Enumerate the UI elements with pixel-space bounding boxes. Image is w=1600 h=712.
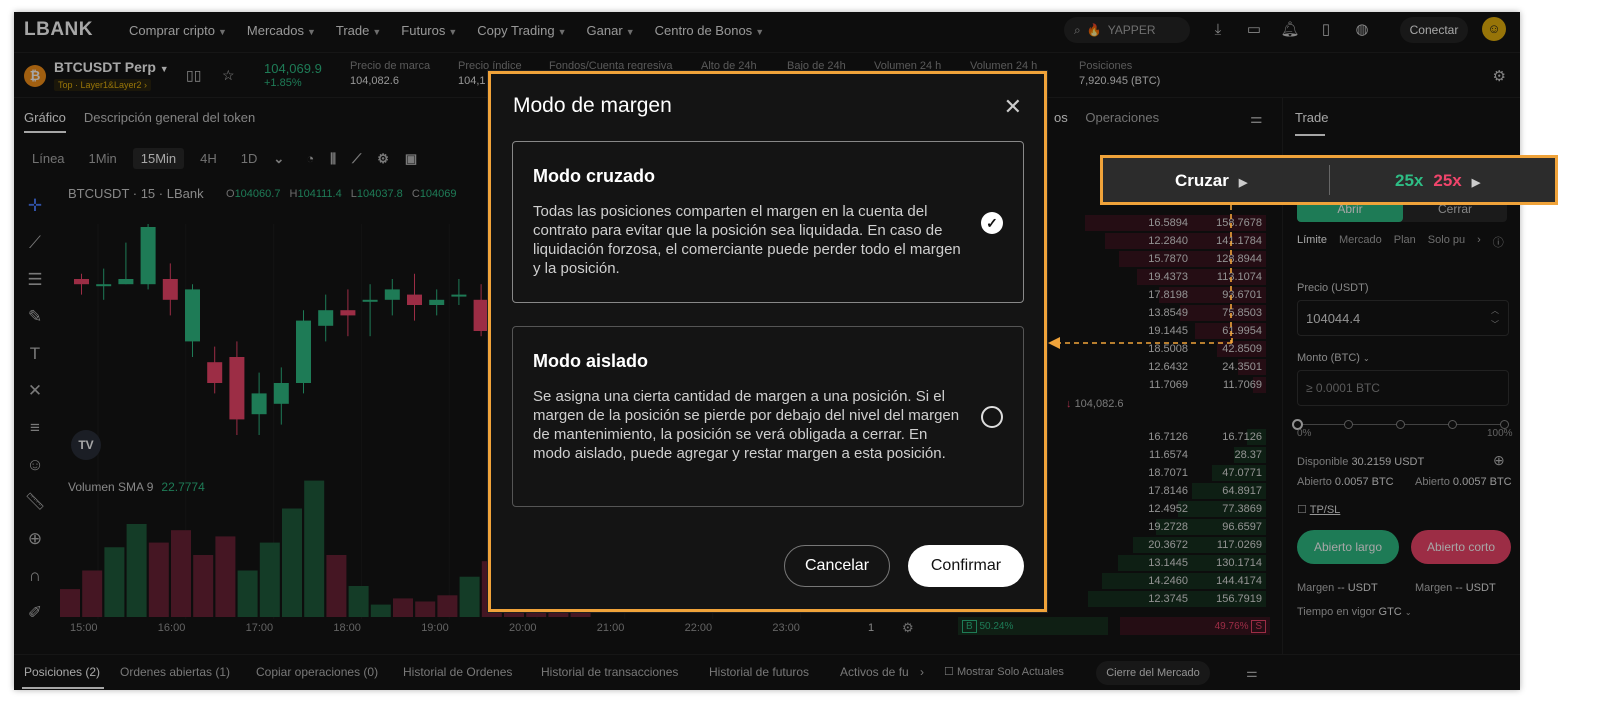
long-leverage: 25x [1395,171,1424,190]
isolated-mode-title: Modo aislado [533,351,649,371]
dialog-title: Modo de margen [513,94,672,117]
leverage-selector[interactable]: 25x 25x ▶ [1395,171,1480,191]
caret-right-icon: ▶ [1238,177,1248,189]
callout-pointer-vertical [1230,205,1232,343]
radio-icon[interactable] [981,406,1003,428]
confirm-button[interactable]: Confirmar [908,545,1024,587]
callout-pointer-arrow [1048,333,1233,349]
divider [1329,165,1330,195]
check-icon[interactable]: ✓ [981,212,1003,234]
cross-mode-selector[interactable]: Cruzar ▶ [1175,171,1247,191]
short-leverage: 25x [1433,171,1462,190]
margin-leverage-callout: Cruzar ▶ 25x 25x ▶ [1100,155,1558,205]
cross-mode-option[interactable]: Modo cruzado Todas las posiciones compar… [512,141,1024,303]
app-window: LBANK Comprar cripto ▼ Mercados ▼ Trade ▼ F… [14,12,1520,690]
isolated-mode-option[interactable]: Modo aislado Se asigna una cierta cantid… [512,326,1024,507]
cross-mode-title: Modo cruzado [533,166,655,186]
close-icon[interactable]: ✕ [1004,94,1022,120]
margin-mode-dialog: Modo de margen ✕ Modo cruzado Todas las … [488,71,1047,612]
cross-mode-description: Todas las posiciones comparten el margen… [533,203,961,277]
mode-label: Cruzar [1175,171,1229,190]
isolated-mode-description: Se asigna una cierta cantidad de margen … [533,388,960,462]
caret-right-icon: ▶ [1471,177,1481,189]
cancel-button[interactable]: Cancelar [784,545,890,587]
